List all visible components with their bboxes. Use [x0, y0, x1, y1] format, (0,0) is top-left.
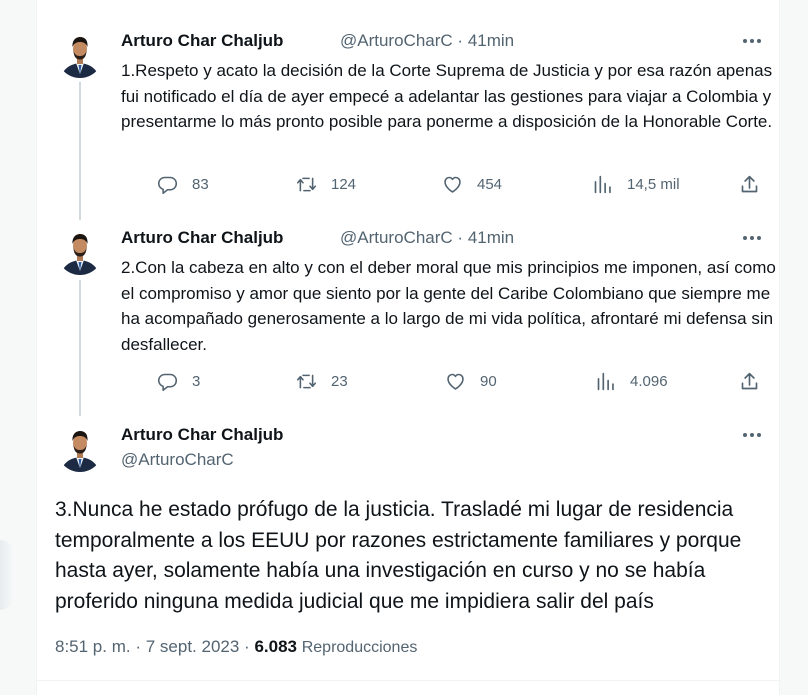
avatar[interactable]	[57, 426, 103, 472]
retweet-icon	[296, 177, 317, 191]
reply-icon	[157, 176, 178, 194]
views-button[interactable]: 14,5 mil	[592, 172, 680, 196]
retweet-button[interactable]: 124	[296, 172, 356, 196]
footer-separator: ·	[244, 637, 255, 656]
retweet-count: 124	[331, 175, 357, 193]
share-button[interactable]	[739, 369, 774, 393]
share-icon	[741, 372, 758, 389]
heart-icon	[447, 373, 464, 390]
share-button[interactable]	[739, 172, 774, 196]
more-dots-icon[interactable]	[740, 425, 764, 445]
tweet-footer: 8:51 p. m. · 7 sept. 2023 · 6.083 Reprod…	[55, 637, 417, 657]
more-dots-icon[interactable]	[740, 228, 764, 248]
views-chart-icon	[594, 175, 611, 193]
meta-separator: ·	[457, 228, 468, 247]
views-button[interactable]: 4.096	[595, 369, 668, 393]
tweet-time[interactable]: 41min	[468, 31, 514, 50]
author-name[interactable]: Arturo Char Chaljub	[121, 31, 283, 51]
author-handle[interactable]: @ArturoCharC	[121, 450, 234, 470]
reply-button[interactable]: 83	[157, 172, 209, 196]
views-label: Reproducciones	[301, 639, 418, 656]
reply-count: 3	[192, 372, 201, 390]
share-icon	[741, 175, 758, 192]
tweet-timestamp[interactable]: 8:51 p. m.	[55, 637, 131, 656]
views-count: 14,5 mil	[627, 175, 680, 193]
tweet-date[interactable]: 7 sept. 2023	[146, 637, 240, 656]
retweet-count: 23	[331, 372, 348, 390]
views-count: 4.096	[630, 372, 668, 390]
tweet-text: 1.Respeto y acato la decisión de la Cort…	[121, 61, 773, 131]
tweet-text: 2.Con la cabeza en alto y con el deber m…	[121, 258, 776, 354]
retweet-icon	[296, 374, 317, 388]
author-name[interactable]: Arturo Char Chaljub	[121, 228, 283, 248]
reply-icon	[157, 373, 178, 391]
retweet-button[interactable]: 23	[296, 369, 348, 393]
page-edge-shadow	[0, 540, 14, 610]
like-button[interactable]: 454	[442, 172, 502, 196]
author-handle[interactable]: @ArturoCharC	[340, 228, 453, 247]
author-name[interactable]: Arturo Char Chaljub	[121, 425, 283, 445]
heart-icon	[444, 176, 461, 193]
divider	[37, 680, 781, 681]
views-chart-icon	[597, 372, 614, 390]
avatar[interactable]	[57, 32, 103, 78]
author-meta: @ArturoCharC · 41min	[340, 31, 514, 51]
footer-separator: ·	[135, 637, 146, 656]
avatar[interactable]	[57, 229, 103, 275]
thread-line	[79, 280, 81, 416]
tweet-time[interactable]: 41min	[468, 228, 514, 247]
views-total: 6.083	[254, 637, 297, 656]
main-tweet-text: 3.Nunca he estado prófugo de la justicia…	[55, 498, 742, 613]
author-meta: @ArturoCharC · 41min	[340, 228, 514, 248]
reply-count: 83	[192, 175, 209, 193]
like-button[interactable]: 90	[445, 369, 497, 393]
thread-line	[79, 82, 81, 220]
tweet-thread-card: Arturo Char Chaljub @ArturoCharC · 41min…	[36, 0, 781, 695]
meta-separator: ·	[457, 31, 468, 50]
author-handle[interactable]: @ArturoCharC	[340, 31, 453, 50]
like-count: 454	[477, 175, 503, 193]
reply-button[interactable]: 3	[157, 369, 200, 393]
more-dots-icon[interactable]	[740, 31, 764, 51]
tweet-actions: 3 23 90 4.096	[121, 369, 761, 393]
tweet-actions: 83 124 454 14,5 mil	[121, 172, 761, 196]
like-count: 90	[480, 372, 497, 390]
